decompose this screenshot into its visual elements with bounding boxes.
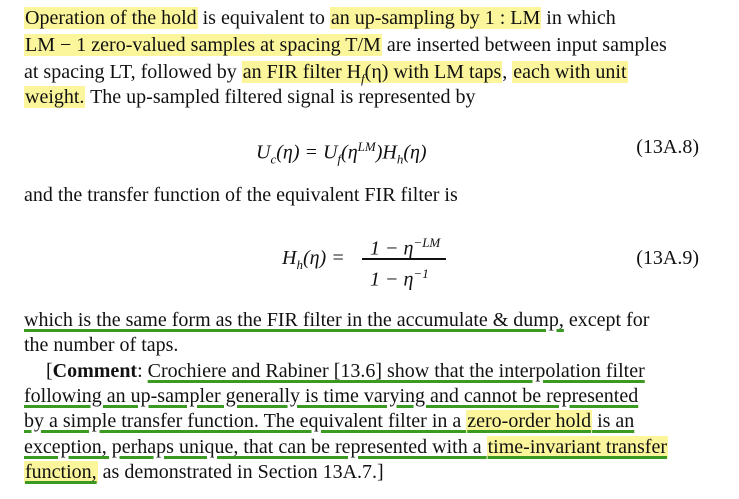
underline-exception: exception, perhaps unique, that can be r… [24,436,668,458]
text: an FIR filter H [242,61,362,83]
highlight-hold: Operation of the hold [24,7,198,29]
comment-line3: by a simple transfer function. The equiv… [24,409,634,433]
para3-line2: the number of taps. [24,334,179,356]
eq8-rhs-arg: (η [341,141,358,164]
eq9-num: 1 − η [370,237,414,260]
highlight-upsampling: an up-sampling by 1 : LM [329,7,542,29]
equation-13a9-lhs: Hh(η) = [282,246,345,277]
document-page: Operation of the hold is equivalent to a… [0,0,739,499]
comment-line2: following an up-sampler generally is tim… [24,384,638,408]
equation-number-13a9: (13A.9) [636,247,699,269]
eq9-den-sup: −1 [413,266,429,281]
para1-line1: Operation of the hold is equivalent to a… [24,6,616,30]
para3-line1: which is the same form as the FIR filter… [24,308,649,332]
text: [ [46,360,53,382]
highlight-weight: weight. [24,86,86,108]
highlight-time-invariant: time-invariant transfer [486,436,668,458]
para1-line2: LM − 1 zero-valued samples at spacing T/… [24,33,667,57]
text: exception, perhaps unique, that can be r… [24,436,487,458]
text: in which [541,7,616,29]
text: : [137,360,148,382]
underline-simple-transfer: by a simple transfer function. The equiv… [24,410,634,432]
eq9-den: 1 − η [370,268,414,291]
text: is equivalent to [197,7,330,29]
eq8-h-arg: (η) [403,141,427,164]
para1-line4: weight. The up-sampled filtered signal i… [24,85,476,109]
text: is an [592,410,635,432]
text: are inserted between input samples [381,34,667,56]
text: as demonstrated in Section 13A.7.] [97,461,384,483]
equation-13a8: Uc(η) = Uf(ηLM)Hh(η) [256,135,427,172]
text: at spacing LT, followed by [24,61,242,83]
text: by a simple transfer function. The equiv… [24,410,467,432]
comment-label: Comment [52,360,138,382]
equation-number-13a8: (13A.8) [636,136,699,158]
highlight-zero-order-hold: zero-order hold [466,410,593,432]
text: The up-sampled filtered signal is repres… [85,86,476,108]
comment-line4: exception, perhaps unique, that can be r… [24,435,668,459]
highlight-function: function, [24,461,98,483]
eq8-lhs: U [256,141,271,164]
highlight-fir-filter: an FIR filter Hf(η) with LM taps [241,61,503,86]
underline-crochiere: Crochiere and Rabiner [13.6] show that t… [147,360,645,382]
eq8-rhs-sup: LM [357,139,376,154]
comment-line1: [Comment: Crochiere and Rabiner [13.6] s… [46,359,645,383]
eq9-num-sup: −LM [413,235,441,250]
text: , [502,61,513,83]
eq9-lhs: H [282,247,297,269]
eq8-rhs-tail: )H [375,141,397,164]
comment-line5: function, as demonstrated in Section 13A… [24,460,384,484]
text: except for [563,309,650,331]
eq9-fraction-bar [362,258,446,260]
underline-following: following an up-sampler generally is tim… [24,385,639,407]
eq9-lhs-arg: (η) = [302,247,345,269]
eq8-lhs-arg: (η) = U [276,141,338,164]
eq9-denominator: 1 − η−1 [370,262,429,292]
eq9-numerator: 1 − η−LM [370,231,440,261]
para2-line: and the transfer function of the equival… [24,184,458,206]
text: (η) with LM taps [364,61,502,83]
highlight-zero-samples: LM − 1 zero-valued samples at spacing T/… [24,34,382,56]
highlight-unit-weight: each with unit [512,61,628,83]
underline-same-form: which is the same form as the FIR filter… [24,309,564,331]
